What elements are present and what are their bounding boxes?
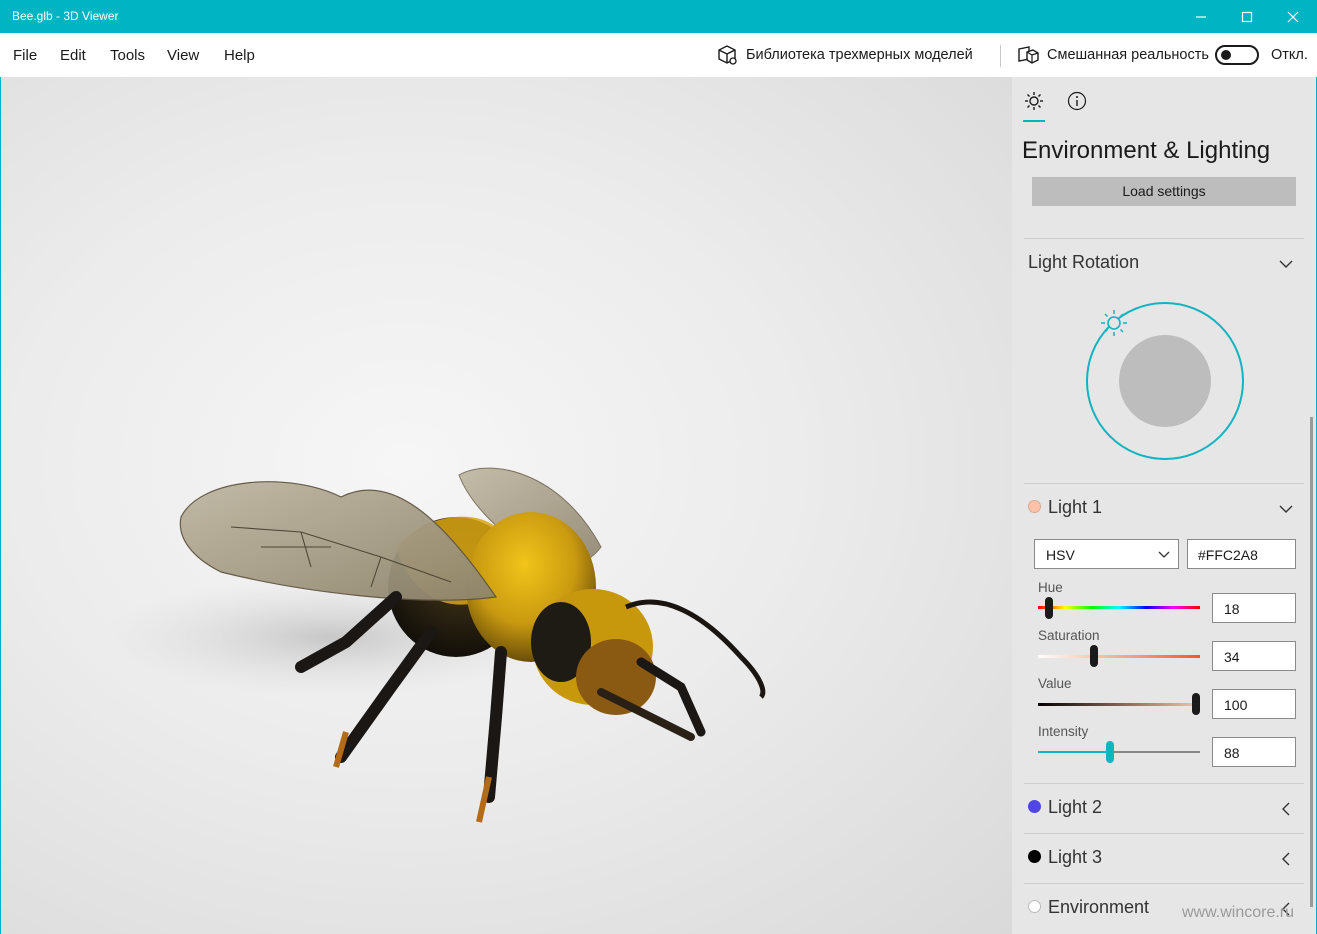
bee-model[interactable] xyxy=(1,77,1012,934)
light-rotation-dial[interactable] xyxy=(1082,297,1252,467)
menu-divider xyxy=(1000,45,1001,67)
saturation-label: Saturation xyxy=(1038,628,1100,643)
menu-view[interactable]: View xyxy=(167,47,199,64)
light-rotation-title[interactable]: Light Rotation xyxy=(1028,252,1139,273)
close-icon xyxy=(1287,11,1299,22)
chevron-down-icon[interactable] xyxy=(1278,256,1294,272)
divider xyxy=(1024,833,1304,834)
intensity-label: Intensity xyxy=(1038,724,1089,739)
light3-color-dot xyxy=(1028,850,1041,863)
value-input[interactable]: 100 xyxy=(1212,689,1296,719)
mixed-reality-button[interactable]: Смешанная реальность xyxy=(1017,43,1209,67)
value-label: Value xyxy=(1038,676,1072,691)
saturation-slider-track[interactable] xyxy=(1038,655,1200,658)
light3-title[interactable]: Light 3 xyxy=(1048,847,1102,868)
divider xyxy=(1024,783,1304,784)
chevron-left-icon[interactable] xyxy=(1278,851,1294,867)
window-title: Bee.glb - 3D Viewer xyxy=(12,9,119,23)
color-mode-value: HSV xyxy=(1046,547,1075,563)
hue-input[interactable]: 18 xyxy=(1212,593,1296,623)
watermark: www.wincore.ru xyxy=(1182,904,1295,921)
menu-edit[interactable]: Edit xyxy=(60,47,86,64)
intensity-slider-thumb[interactable] xyxy=(1106,741,1114,763)
intensity-input[interactable]: 88 xyxy=(1212,737,1296,767)
toggle-knob xyxy=(1221,50,1231,60)
info-icon xyxy=(1067,91,1087,111)
cube-icon xyxy=(718,45,737,65)
value-slider-track[interactable] xyxy=(1038,703,1200,706)
settings-panel: Environment & Lighting Load settings Lig… xyxy=(1012,77,1317,934)
minimize-button[interactable] xyxy=(1178,0,1224,33)
mixed-reality-label: Смешанная реальность xyxy=(1047,47,1209,63)
3d-library-label: Библиотека трехмерных моделей xyxy=(746,47,973,63)
divider xyxy=(1024,238,1304,239)
light2-color-dot xyxy=(1028,800,1041,813)
hue-label: Hue xyxy=(1038,580,1063,595)
maximize-button[interactable] xyxy=(1224,0,1270,33)
model-preview-sphere xyxy=(1119,335,1211,427)
title-bar: Bee.glb - 3D Viewer xyxy=(0,0,1317,33)
mixed-reality-toggle[interactable] xyxy=(1215,45,1259,65)
panel-title: Environment & Lighting xyxy=(1022,137,1271,164)
load-settings-button[interactable]: Load settings xyxy=(1032,177,1296,206)
3d-library-button[interactable]: Библиотека трехмерных моделей xyxy=(716,43,973,67)
intensity-slider-track[interactable] xyxy=(1038,751,1200,753)
menu-tools[interactable]: Tools xyxy=(110,47,145,64)
chevron-down-icon xyxy=(1158,551,1170,558)
menu-bar: File Edit Tools View Help Библиотека тре… xyxy=(0,33,1317,77)
light1-title[interactable]: Light 1 xyxy=(1048,497,1102,518)
divider xyxy=(1024,883,1304,884)
mixed-reality-icon xyxy=(1018,46,1039,64)
hex-color-input[interactable]: #FFC2A8 xyxy=(1187,539,1296,569)
sun-icon xyxy=(1025,92,1043,110)
3d-viewport[interactable] xyxy=(0,77,1012,934)
panel-scrollbar[interactable] xyxy=(1310,417,1313,907)
environment-color-dot xyxy=(1028,900,1041,913)
color-mode-select[interactable]: HSV xyxy=(1034,539,1179,569)
chevron-down-icon[interactable] xyxy=(1278,501,1294,517)
minimize-icon xyxy=(1196,15,1206,18)
light1-color-dot xyxy=(1028,500,1041,513)
environment-title[interactable]: Environment xyxy=(1048,897,1149,918)
saturation-input[interactable]: 34 xyxy=(1212,641,1296,671)
chevron-left-icon[interactable] xyxy=(1278,801,1294,817)
saturation-slider-thumb[interactable] xyxy=(1090,645,1098,667)
tab-info[interactable] xyxy=(1065,89,1089,113)
menu-file[interactable]: File xyxy=(13,47,37,64)
hue-slider-track[interactable] xyxy=(1038,606,1200,609)
active-tab-indicator xyxy=(1023,120,1045,122)
light2-title[interactable]: Light 2 xyxy=(1048,797,1102,818)
tab-lighting[interactable] xyxy=(1022,89,1046,113)
close-button[interactable] xyxy=(1270,0,1316,33)
hue-slider-thumb[interactable] xyxy=(1045,597,1053,619)
divider xyxy=(1024,483,1304,484)
value-slider-thumb[interactable] xyxy=(1192,693,1200,715)
toggle-state-label: Откл. xyxy=(1271,47,1308,63)
maximize-icon xyxy=(1241,11,1253,22)
menu-help[interactable]: Help xyxy=(224,47,255,64)
